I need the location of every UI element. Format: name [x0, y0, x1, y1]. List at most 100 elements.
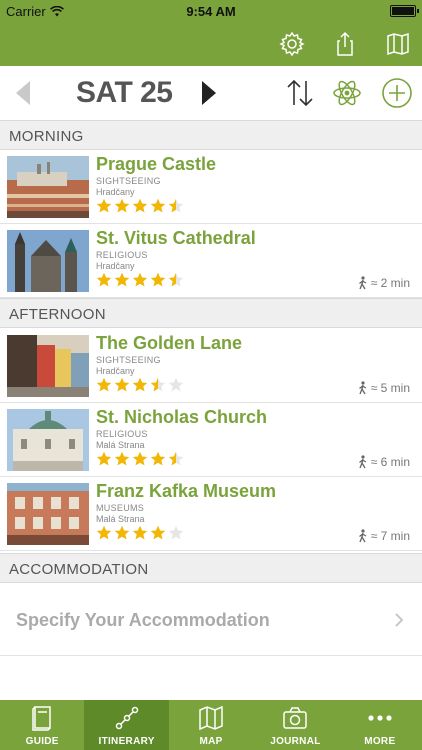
- more-icon: [368, 715, 392, 721]
- tab-label: JOURNAL: [270, 736, 321, 747]
- rating-stars: [96, 525, 184, 541]
- star-icon: [168, 377, 184, 392]
- walking-time: ≈ 6 min: [358, 455, 410, 469]
- star-icon: [168, 525, 184, 540]
- specify-accommodation-row[interactable]: Specify Your Accommodation: [0, 586, 422, 656]
- share-icon[interactable]: [331, 30, 359, 58]
- rating-stars: [96, 272, 184, 288]
- walking-time: ≈ 2 min: [358, 276, 410, 290]
- tab-more[interactable]: MORE: [338, 700, 422, 750]
- rating-stars: [96, 451, 184, 467]
- place-district: Hradčany: [96, 187, 135, 197]
- settings-gear-icon[interactable]: [278, 30, 306, 58]
- next-day-arrow-icon[interactable]: [200, 81, 216, 105]
- status-bar: Carrier 9:54 AM: [0, 0, 422, 22]
- navigation-bar: [0, 22, 422, 66]
- star-icon: [150, 198, 166, 213]
- star-icon: [132, 525, 148, 540]
- place-district: Malá Strana: [96, 440, 145, 450]
- place-row-franz-kafka-museum[interactable]: Franz Kafka Museum MUSEUMS Malá Strana ≈…: [0, 477, 422, 551]
- tab-journal[interactable]: JOURNAL: [253, 700, 337, 750]
- place-row-prague-castle[interactable]: Prague Castle SIGHTSEEING Hradčany: [0, 150, 422, 224]
- star-icon: [96, 525, 112, 540]
- star-icon: [114, 198, 130, 213]
- section-header-afternoon: AFTERNOON: [0, 298, 422, 328]
- star-icon: [132, 451, 148, 466]
- tab-label: MORE: [364, 736, 396, 747]
- walking-time: ≈ 7 min: [358, 529, 410, 543]
- place-name: St. Nicholas Church: [96, 407, 268, 427]
- map-book-icon[interactable]: [384, 30, 412, 58]
- star-icon: [96, 198, 112, 213]
- route-icon: [115, 706, 138, 730]
- section-header-accommodation: ACCOMMODATION: [0, 553, 422, 583]
- tab-itinerary[interactable]: ITINERARY: [84, 700, 169, 750]
- walking-time-label: ≈ 2 min: [370, 276, 410, 290]
- place-name: St. Vitus Cathedral: [96, 228, 256, 248]
- walking-person-icon: [358, 455, 367, 469]
- star-icon: [168, 272, 184, 287]
- walking-person-icon: [358, 276, 367, 290]
- star-icon: [96, 272, 112, 287]
- rating-stars: [96, 198, 184, 214]
- star-icon: [168, 451, 184, 466]
- rating-stars: [96, 377, 184, 393]
- star-icon: [114, 377, 130, 392]
- place-row-st-vitus-cathedral[interactable]: St. Vitus Cathedral RELIGIOUS Hradčany ≈…: [0, 224, 422, 298]
- place-category: RELIGIOUS: [96, 250, 148, 260]
- tab-bar: GUIDE ITINERARY MAP JOURNAL MORE: [0, 700, 422, 750]
- star-icon: [150, 525, 166, 540]
- golden-lane-photo: [7, 335, 89, 397]
- section-title: ACCOMMODATION: [9, 561, 149, 578]
- star-icon: [114, 272, 130, 287]
- place-name: The Golden Lane: [96, 333, 243, 353]
- section-title: AFTERNOON: [9, 306, 106, 323]
- tab-label: GUIDE: [25, 736, 59, 747]
- section-header-morning: MORNING: [0, 120, 422, 150]
- tab-map[interactable]: MAP: [169, 700, 253, 750]
- place-category: MUSEUMS: [96, 503, 145, 513]
- star-icon: [150, 272, 166, 287]
- chevron-right-icon: [395, 613, 404, 627]
- place-row-st-nicholas-church[interactable]: St. Nicholas Church RELIGIOUS Malá Stran…: [0, 403, 422, 477]
- walking-time-label: ≈ 6 min: [370, 455, 410, 469]
- tab-label: MAP: [199, 736, 223, 747]
- day-label: SAT 25: [76, 76, 173, 109]
- place-district: Malá Strana: [96, 514, 145, 524]
- prague-castle-photo: [7, 156, 89, 218]
- tab-label: ITINERARY: [98, 736, 155, 747]
- star-icon: [150, 377, 166, 392]
- book-icon: [32, 706, 51, 731]
- franz-kafka-museum-photo: [7, 483, 89, 545]
- star-icon: [96, 377, 112, 392]
- place-district: Hradčany: [96, 366, 135, 376]
- atom-optimize-icon[interactable]: [331, 77, 363, 109]
- previous-day-arrow-icon[interactable]: [16, 81, 32, 105]
- walking-time: ≈ 5 min: [358, 381, 410, 395]
- walking-time-label: ≈ 5 min: [370, 381, 410, 395]
- battery-icon: [390, 5, 419, 17]
- st-nicholas-church-photo: [7, 409, 89, 471]
- specify-accommodation-label: Specify Your Accommodation: [16, 610, 270, 630]
- star-icon: [132, 377, 148, 392]
- section-title: MORNING: [9, 128, 84, 145]
- place-name: Prague Castle: [96, 154, 217, 174]
- place-district: Hradčany: [96, 261, 135, 271]
- star-icon: [150, 451, 166, 466]
- star-icon: [114, 525, 130, 540]
- walking-person-icon: [358, 381, 367, 395]
- map-icon: [199, 705, 223, 731]
- star-icon: [132, 272, 148, 287]
- walking-time-label: ≈ 7 min: [370, 529, 410, 543]
- place-row-the-golden-lane[interactable]: The Golden Lane SIGHTSEEING Hradčany ≈ 5…: [0, 329, 422, 403]
- place-category: SIGHTSEEING: [96, 176, 161, 186]
- star-icon: [96, 451, 112, 466]
- place-category: RELIGIOUS: [96, 429, 148, 439]
- add-place-icon[interactable]: [381, 77, 413, 109]
- camera-icon: [283, 707, 308, 729]
- st-vitus-cathedral-photo: [7, 230, 89, 292]
- place-name: Franz Kafka Museum: [96, 481, 277, 501]
- sort-arrows-icon[interactable]: [284, 77, 316, 109]
- star-icon: [114, 451, 130, 466]
- tab-guide[interactable]: GUIDE: [0, 700, 84, 750]
